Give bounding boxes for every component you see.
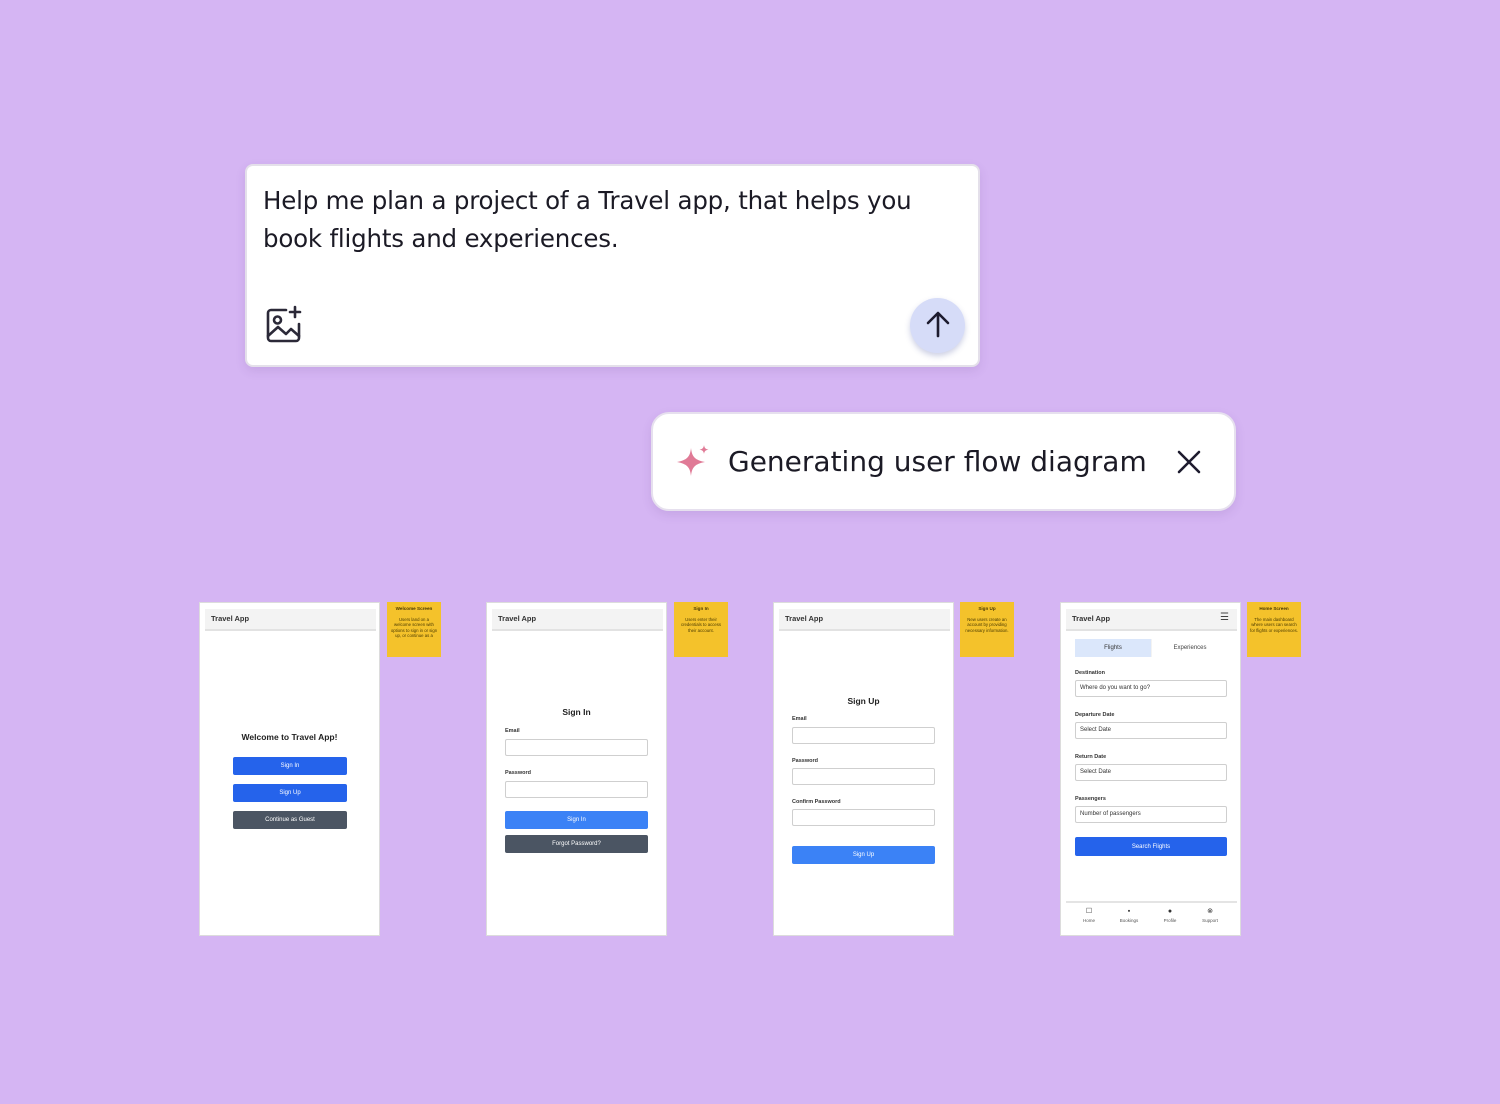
welcome-heading: Welcome to Travel App! <box>241 732 338 742</box>
home-icon: ☐ <box>1085 908 1093 915</box>
sticky-note-body: Users land on a welcome screen with opti… <box>390 617 438 638</box>
app-title: Travel App <box>785 614 824 623</box>
sticky-note-body: New users create an account by providing… <box>965 617 1009 633</box>
nav-label-support: Support <box>1202 918 1218 923</box>
sticky-note-title: Sign In <box>693 606 709 611</box>
password-field[interactable] <box>505 781 648 798</box>
app-title: Travel App <box>211 614 250 623</box>
menu-icon[interactable]: ☰ <box>1220 612 1229 623</box>
sparkle-icon <box>675 444 711 480</box>
search-flights-button[interactable]: Search Flights <box>1075 837 1227 856</box>
nav-label-profile: Profile <box>1163 918 1177 923</box>
sign-in-submit-button[interactable]: Sign In <box>505 811 648 829</box>
sign-up-screen-mockup: Travel App Sign Up Email Password Confir… <box>773 602 954 936</box>
departure-date-label: Departure Date <box>1075 712 1115 718</box>
sign-in-screen-mockup: Travel App Sign In Email Password Sign I… <box>486 602 667 936</box>
sticky-note-body: The main dashboard where users can searc… <box>1250 617 1299 633</box>
arrow-up-icon <box>923 309 953 342</box>
sign-up-heading: Sign Up <box>847 696 880 706</box>
nav-item-home[interactable]: ☐ Home <box>1069 907 1109 923</box>
email-field[interactable] <box>792 727 935 744</box>
continue-as-guest-button[interactable]: Continue as Guest <box>233 811 347 829</box>
app-title: Travel App <box>498 614 537 623</box>
bottom-navigation: ☐ Home ▪ Bookings ● Profile ⊗ Support <box>1066 901 1237 929</box>
sticky-note-sign-in: Sign In Users enter their credentials to… <box>674 602 728 657</box>
sticky-note-welcome: Welcome Screen Users land on a welcome s… <box>387 602 441 657</box>
sign-in-heading: Sign In <box>562 707 591 717</box>
return-date-field[interactable]: Select Date <box>1075 764 1227 781</box>
nav-label-bookings: Bookings <box>1119 918 1139 923</box>
sticky-note-title: Sign Up <box>978 606 996 611</box>
support-icon: ⊗ <box>1207 908 1213 915</box>
send-button[interactable] <box>910 298 965 353</box>
email-label: Email <box>792 716 807 722</box>
email-field[interactable] <box>505 739 648 756</box>
screen-header: Travel App <box>779 609 950 631</box>
sticky-note-sign-up: Sign Up New users create an account by p… <box>960 602 1014 657</box>
confirm-password-label: Confirm Password <box>792 799 841 805</box>
nav-item-profile[interactable]: ● Profile <box>1150 907 1190 923</box>
welcome-screen-mockup: Travel App Welcome to Travel App! Sign I… <box>199 602 380 936</box>
return-date-label: Return Date <box>1075 754 1107 760</box>
nav-label-home: Home <box>1082 918 1095 923</box>
sign-in-button[interactable]: Sign In <box>233 757 347 775</box>
tab-flights[interactable]: Flights <box>1075 639 1151 657</box>
status-text: Generating user flow diagram <box>728 445 1147 478</box>
screen-header: Travel App <box>492 609 663 631</box>
sign-up-button[interactable]: Sign Up <box>233 784 347 802</box>
destination-field[interactable]: Where do you want to go? <box>1075 680 1227 697</box>
passengers-label: Passengers <box>1075 796 1106 802</box>
close-button[interactable] <box>1173 446 1205 478</box>
destination-label: Destination <box>1075 670 1105 676</box>
profile-icon: ● <box>1167 908 1173 915</box>
close-icon <box>1173 450 1205 481</box>
sticky-note-title: Home Screen <box>1259 606 1289 611</box>
prompt-input-box[interactable]: Help me plan a project of a Travel app, … <box>245 164 980 367</box>
tab-experiences[interactable]: Experiences <box>1152 639 1228 657</box>
sticky-note-title: Welcome Screen <box>395 606 433 611</box>
forgot-password-button[interactable]: Forgot Password? <box>505 835 648 853</box>
search-tabs: Flights Experiences <box>1075 639 1228 657</box>
image-add-icon[interactable] <box>264 305 304 345</box>
nav-item-support[interactable]: ⊗ Support <box>1190 907 1230 923</box>
screen-header: Travel App <box>205 609 376 631</box>
password-label: Password <box>505 770 531 776</box>
password-field[interactable] <box>792 768 935 785</box>
email-label: Email <box>505 728 520 734</box>
home-screen-mockup: Travel App ☰ Flights Experiences Destina… <box>1060 602 1241 936</box>
departure-date-field[interactable]: Select Date <box>1075 722 1227 739</box>
confirm-password-field[interactable] <box>792 809 935 826</box>
sign-up-submit-button[interactable]: Sign Up <box>792 846 935 864</box>
app-title: Travel App <box>1072 614 1111 623</box>
screen-header: Travel App ☰ <box>1066 609 1237 631</box>
sticky-note-body: Users enter their credentials to access … <box>680 617 722 633</box>
prompt-text[interactable]: Help me plan a project of a Travel app, … <box>263 182 953 258</box>
nav-item-bookings[interactable]: ▪ Bookings <box>1109 907 1149 923</box>
bookings-icon: ▪ <box>1127 908 1131 915</box>
password-label: Password <box>792 758 818 764</box>
passengers-field[interactable]: Number of passengers <box>1075 806 1227 823</box>
sticky-note-home: Home Screen The main dashboard where use… <box>1247 602 1301 657</box>
generating-status-pill: Generating user flow diagram <box>651 412 1236 511</box>
